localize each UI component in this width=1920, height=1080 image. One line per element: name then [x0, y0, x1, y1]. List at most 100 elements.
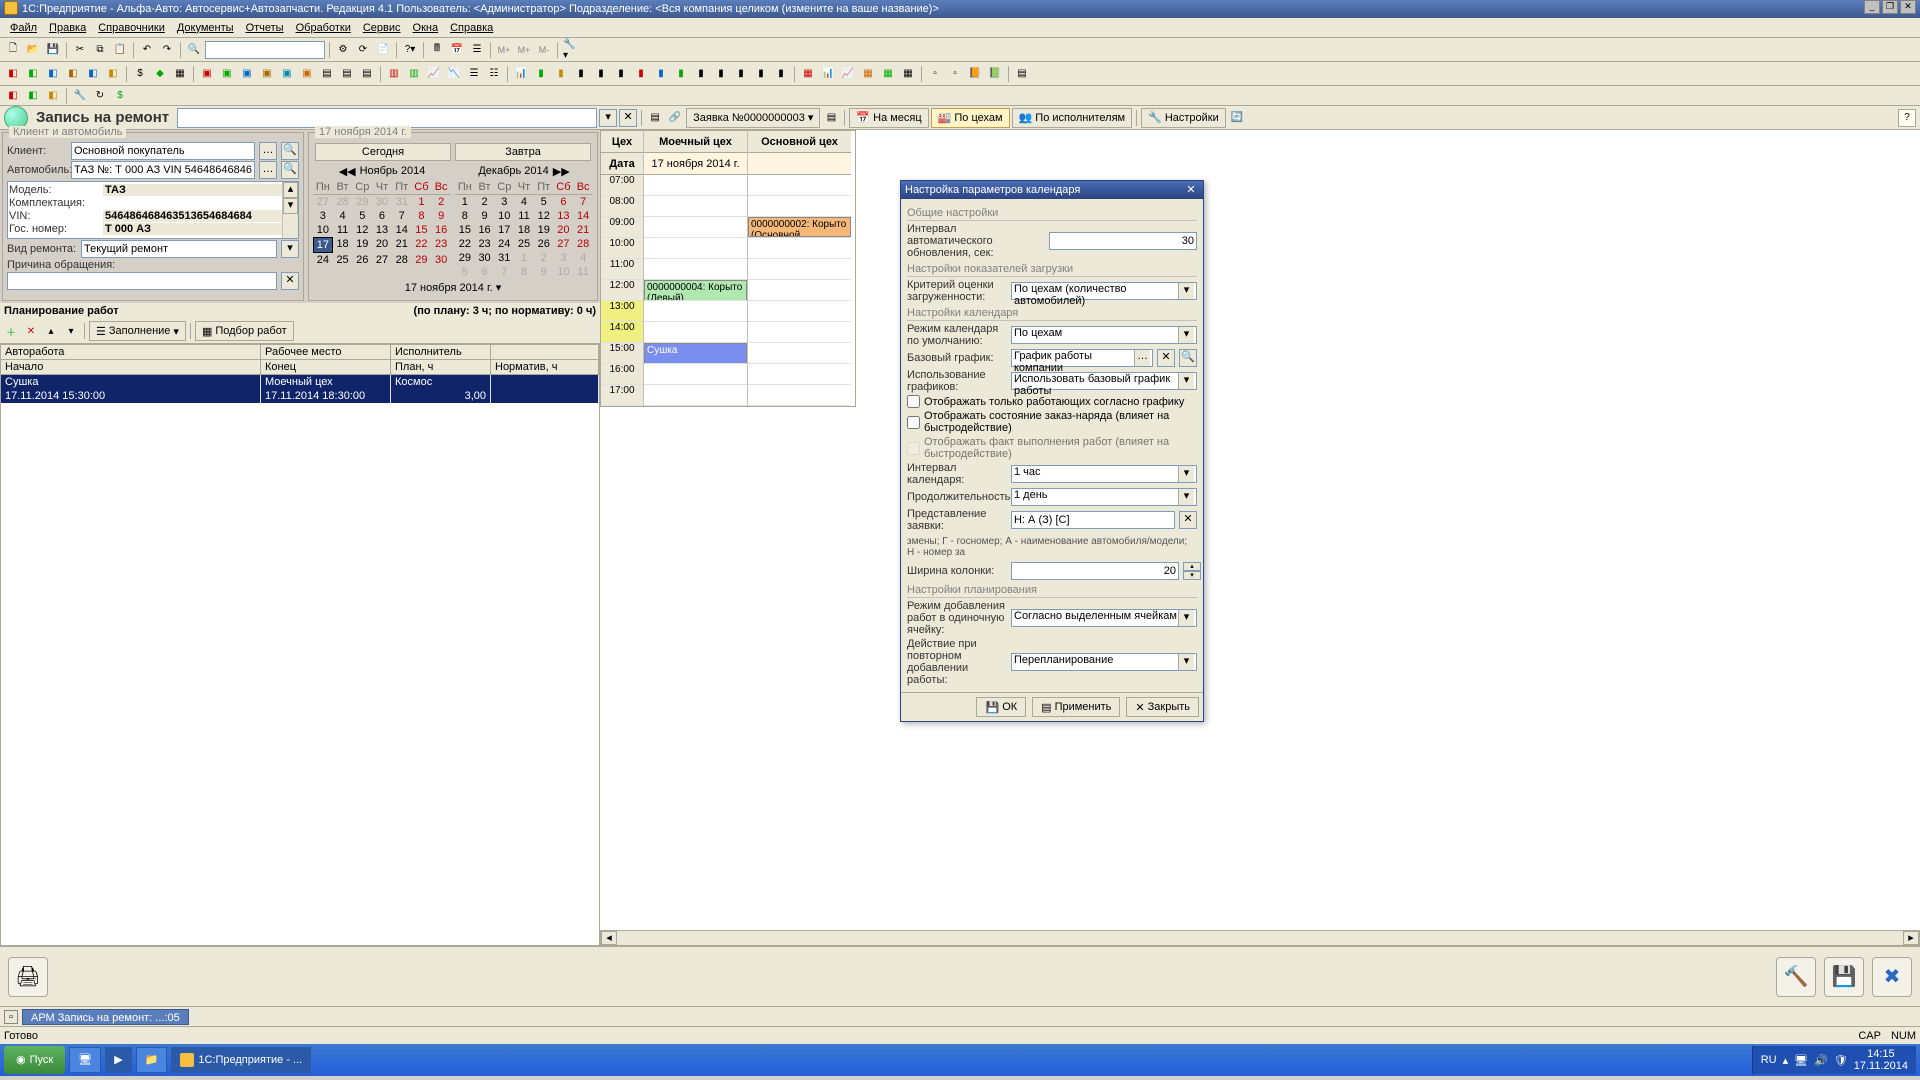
paste-icon[interactable]: 📋	[111, 41, 129, 59]
cal-day[interactable]: 15	[412, 223, 432, 237]
client-pick-button[interactable]: …	[259, 142, 277, 160]
minimize-button[interactable]: _	[1864, 0, 1880, 14]
dlg-f2-select[interactable]: По цехам (количество автомобилей)▾	[1011, 282, 1197, 300]
doc-sel-clear[interactable]: ✕	[619, 109, 637, 127]
redo-icon[interactable]: ↷	[158, 41, 176, 59]
dlg-f11-select[interactable]: Перепланирование▾	[1011, 653, 1197, 671]
cal-day[interactable]: 5	[534, 195, 554, 209]
cal-day[interactable]: 20	[554, 223, 574, 237]
kv-scroll-down[interactable]: ▾	[283, 198, 298, 214]
cal-footer[interactable]: 17 ноября 2014 г.	[405, 282, 493, 294]
menu-help[interactable]: Справка	[444, 22, 499, 34]
cal-day[interactable]: 24	[494, 237, 514, 251]
tomorrow-button[interactable]: Завтра	[455, 143, 591, 161]
cal-day[interactable]: 28	[573, 237, 593, 251]
m-minus-icon[interactable]: M-	[535, 41, 553, 59]
cal-day[interactable]: 25	[514, 237, 534, 251]
cal-day[interactable]: 1	[412, 195, 432, 209]
cal-day[interactable]: 10	[494, 209, 514, 223]
doc-tb-i3[interactable]: ▤	[822, 109, 840, 127]
tb3-i1[interactable]: ◧	[4, 87, 22, 105]
dlg-f5-select[interactable]: Использовать базовый график работы▾	[1011, 372, 1197, 390]
repair-drop[interactable]: ▾	[281, 240, 299, 258]
view-month-button[interactable]: 📅 На месяц	[849, 108, 928, 128]
cal-day[interactable]: 14	[573, 209, 593, 223]
cal-day[interactable]: 13	[372, 223, 392, 237]
order-ref-button[interactable]: Заявка №0000000003 ▾	[686, 108, 820, 128]
tb2-i45[interactable]: ▫	[926, 65, 944, 83]
cal-day[interactable]: 9	[534, 265, 554, 279]
cal-day[interactable]: 23	[475, 237, 495, 251]
cal-day[interactable]: 22	[455, 237, 475, 251]
cal-day[interactable]: 16	[475, 223, 495, 237]
doc-tb-i1[interactable]: ▤	[646, 109, 664, 127]
tb2-i9[interactable]: ▦	[171, 65, 189, 83]
cal-day[interactable]: 20	[372, 237, 392, 253]
tb2-i49[interactable]: ▤	[1013, 65, 1031, 83]
cal-day[interactable]: 28	[333, 195, 353, 209]
tb3-i5[interactable]: ↻	[91, 87, 109, 105]
reason-input[interactable]	[7, 272, 277, 290]
find-icon[interactable]: 🔍	[185, 41, 203, 59]
tb2-i42[interactable]: ▦	[859, 65, 877, 83]
tb2-i37[interactable]: ▮	[752, 65, 770, 83]
apt-blue[interactable]: Сушка	[644, 343, 747, 364]
cal-day[interactable]: 8	[412, 209, 432, 223]
task-app-1c[interactable]: 1С:Предприятие - ...	[171, 1047, 311, 1073]
cal-day[interactable]: 7	[573, 195, 593, 209]
cal-prev-icon[interactable]: ◀◀	[339, 165, 356, 178]
menu-dicts[interactable]: Справочники	[92, 22, 171, 34]
cal-day[interactable]: 6	[475, 265, 495, 279]
tb2-i23[interactable]: ☰	[465, 65, 483, 83]
tb2-i6[interactable]: ◧	[104, 65, 122, 83]
cal-day[interactable]: 11	[514, 209, 534, 223]
cal-day[interactable]: 26	[352, 253, 372, 267]
repair-input[interactable]	[81, 240, 277, 258]
new-icon[interactable]: 🗋	[4, 41, 22, 59]
tb2-i22[interactable]: 📉	[445, 65, 463, 83]
plan-pick-button[interactable]: ▦ Подбор работ	[195, 321, 294, 341]
tb2-i34[interactable]: ▮	[692, 65, 710, 83]
tb3-i4[interactable]: 🔧	[71, 87, 89, 105]
cal-day[interactable]: 28	[392, 253, 412, 267]
cal-day[interactable]: 27	[554, 237, 574, 251]
tb2-i46[interactable]: ▫	[946, 65, 964, 83]
tb2-i1[interactable]: ◧	[4, 65, 22, 83]
tray-icon-3[interactable]: 🔊	[1814, 1054, 1828, 1067]
tb2-i17[interactable]: ▤	[338, 65, 356, 83]
plan-row-1b[interactable]: 17.11.2014 15:30:00 17.11.2014 18:30:00 …	[1, 389, 599, 403]
tb2-i33[interactable]: ▮	[672, 65, 690, 83]
tb3-i3[interactable]: ◧	[44, 87, 62, 105]
cal-day[interactable]: 27	[313, 195, 333, 209]
tray-lang[interactable]: RU	[1761, 1054, 1777, 1066]
tb2-i11[interactable]: ▣	[218, 65, 236, 83]
open-icon[interactable]: 📂	[24, 41, 42, 59]
cal-day[interactable]: 30	[372, 195, 392, 209]
kv-scroll-up[interactable]: ▴	[283, 182, 298, 198]
tb2-i15[interactable]: ▣	[298, 65, 316, 83]
save-big-button[interactable]: 💾	[1824, 957, 1864, 997]
cal-day[interactable]: 9	[431, 209, 451, 223]
tray-clock[interactable]: 14:1517.11.2014	[1854, 1048, 1908, 1072]
tools-big-button[interactable]: 🔨	[1776, 957, 1816, 997]
tb2-i31[interactable]: ▮	[632, 65, 650, 83]
hscroll-left[interactable]: ◂	[601, 931, 617, 945]
cal-day[interactable]: 8	[455, 209, 475, 223]
cut-icon[interactable]: ✂	[71, 41, 89, 59]
tb-icon-2[interactable]: ⟳	[354, 41, 372, 59]
client-search-button[interactable]: 🔍	[281, 142, 299, 160]
cal-day[interactable]: 21	[573, 223, 593, 237]
sched-hscroll[interactable]: ◂▸	[600, 930, 1920, 946]
wnd-icon[interactable]: ▫	[4, 1010, 18, 1024]
cal-day[interactable]: 29	[352, 195, 372, 209]
apt-orange[interactable]: 0000000002: Корыто (Основной покупатель)	[748, 217, 851, 237]
tb-help-icon[interactable]: ?▾	[401, 41, 419, 59]
cal-day[interactable]: 17	[494, 223, 514, 237]
dlg-f10-select[interactable]: Согласно выделенным ячейкам▾	[1011, 609, 1197, 627]
cal-day[interactable]: 4	[573, 251, 593, 265]
tb2-i30[interactable]: ▮	[612, 65, 630, 83]
plan-row-1a[interactable]: Сушка Моечный цех Космос	[1, 375, 599, 389]
tb2-i26[interactable]: ▮	[532, 65, 550, 83]
tb2-i24[interactable]: ☷	[485, 65, 503, 83]
cal-day[interactable]: 11	[573, 265, 593, 279]
